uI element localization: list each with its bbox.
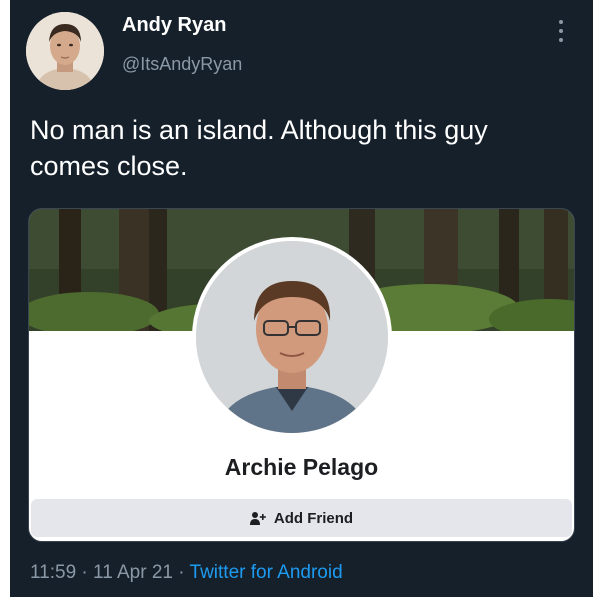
- author-avatar-image: [26, 12, 104, 90]
- meta-separator: ·: [76, 562, 94, 583]
- author-handle[interactable]: @ItsAndyRyan: [122, 54, 242, 75]
- embedded-profile-image[interactable]: Archie Pelago Add Friend: [28, 208, 575, 542]
- tweet-text: No man is an island. Although this guy c…: [30, 115, 488, 181]
- profile-picture[interactable]: [192, 237, 392, 437]
- add-friend-button[interactable]: Add Friend: [31, 499, 572, 537]
- add-person-icon: [249, 512, 266, 525]
- tweet-time[interactable]: 11:59: [30, 562, 76, 583]
- profile-name: Archie Pelago: [224, 454, 379, 480]
- tweet-date[interactable]: 11 Apr 21: [93, 562, 173, 583]
- more-options-icon[interactable]: [556, 20, 566, 48]
- author-avatar[interactable]: [26, 12, 104, 90]
- tweet-meta: 11:59 · 11 Apr 21 · Twitter for Android: [30, 562, 343, 584]
- tweet-source-link[interactable]: Twitter for Android: [190, 562, 343, 583]
- profile-person-image: [196, 241, 388, 433]
- add-friend-label: Add Friend: [273, 509, 354, 527]
- tweet-card: Andy Ryan @ItsAndyRyan No man is an isla…: [10, 0, 593, 597]
- meta-separator: ·: [172, 562, 190, 583]
- author-name[interactable]: Andy Ryan: [122, 14, 226, 37]
